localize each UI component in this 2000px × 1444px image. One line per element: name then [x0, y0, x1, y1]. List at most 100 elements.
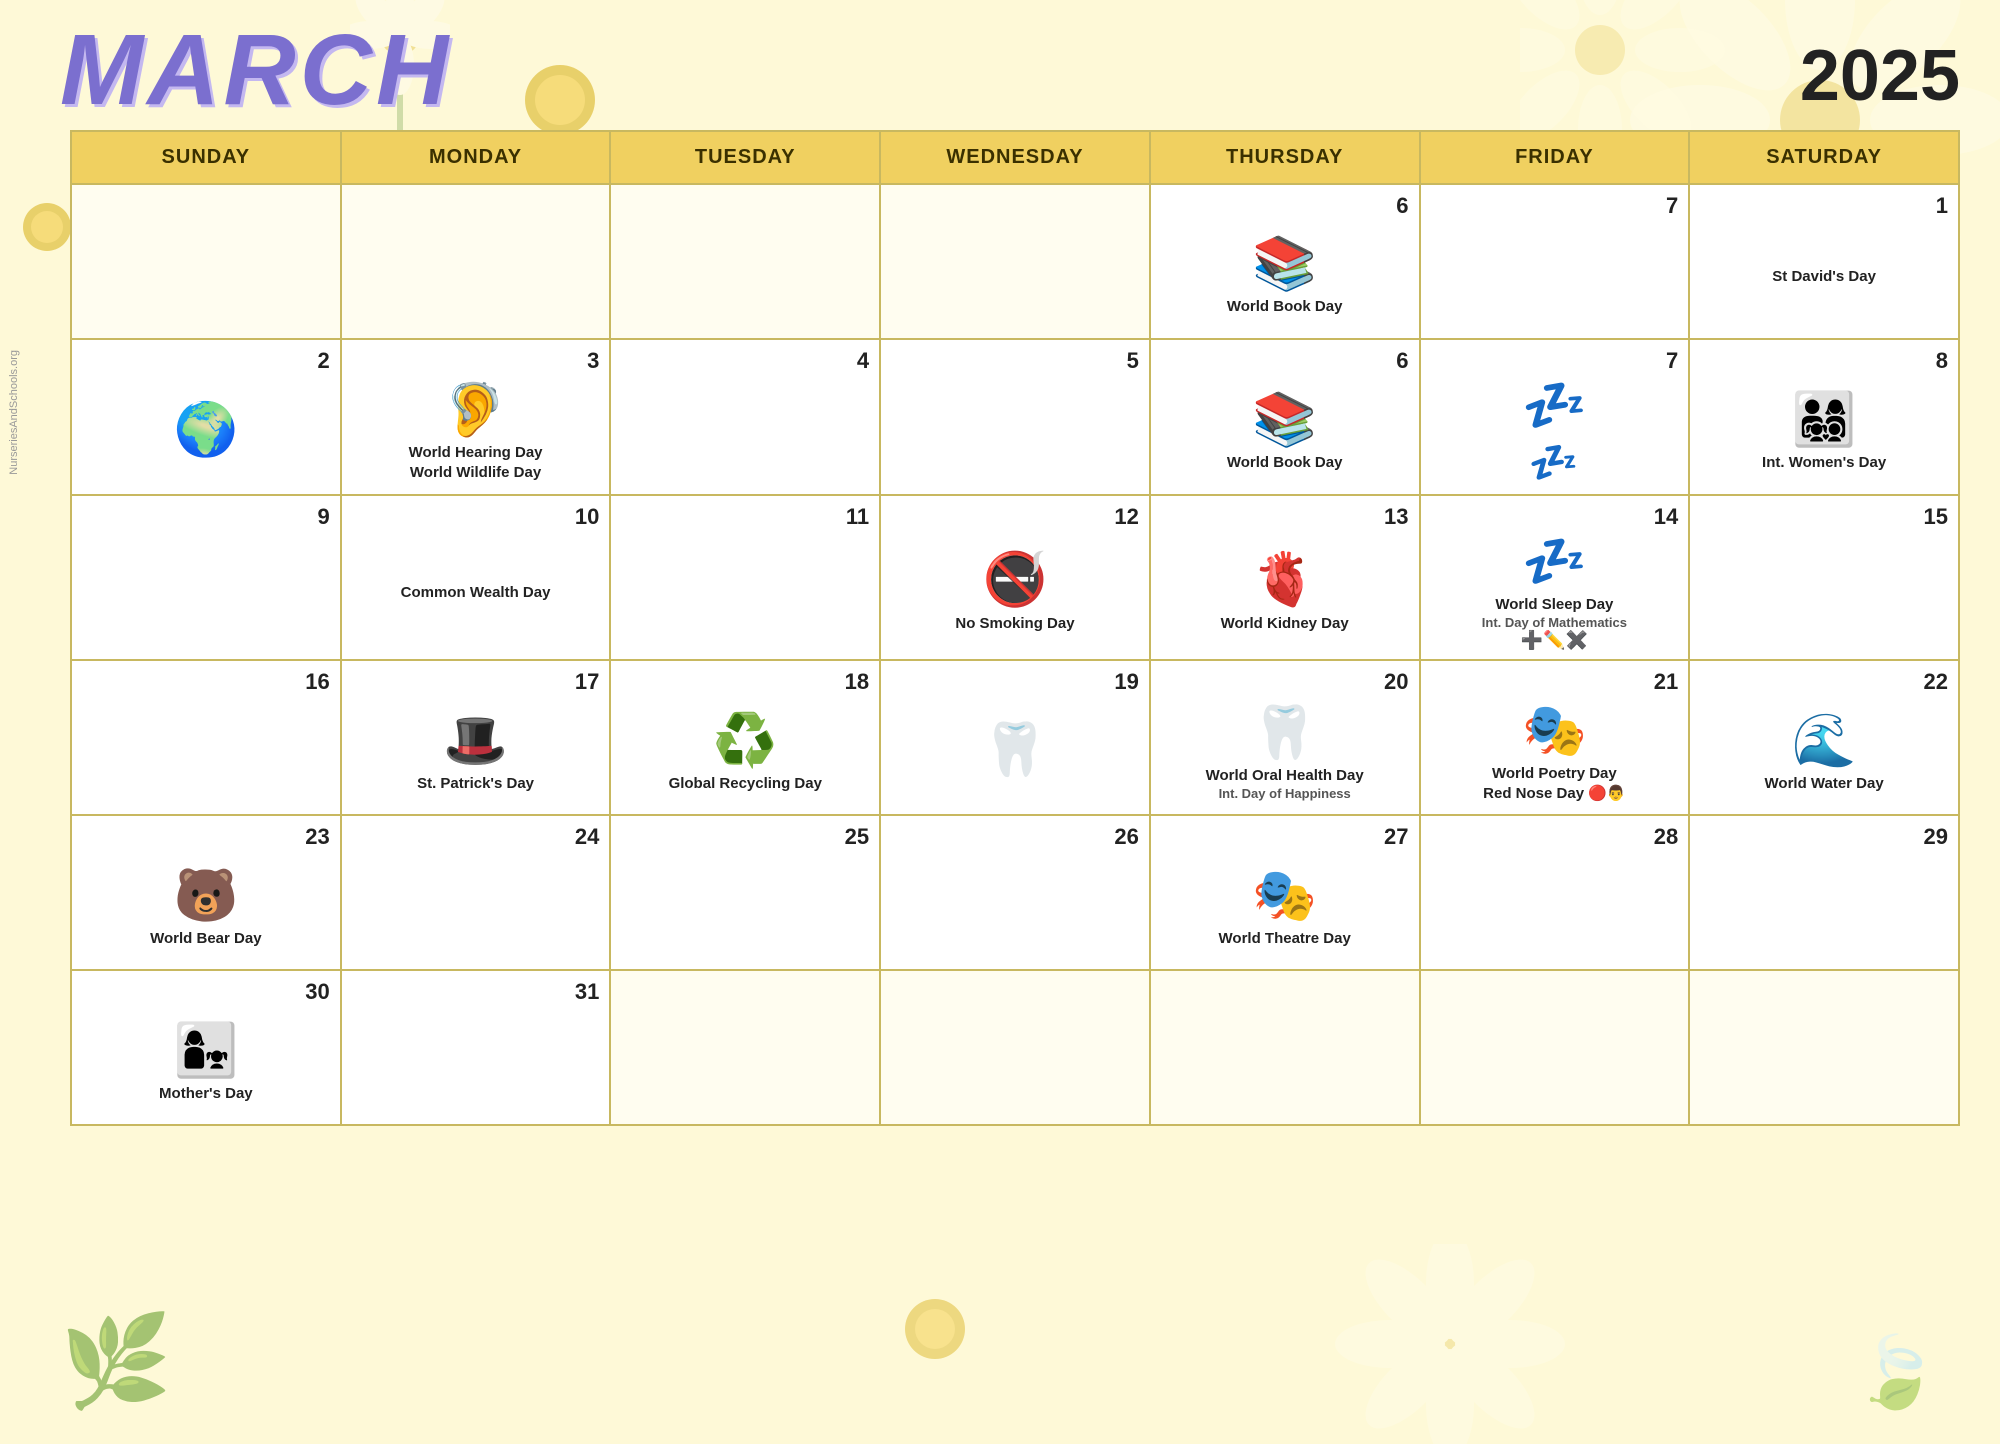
- year-title: 2025: [1800, 20, 1960, 112]
- event-label-0: St. Patrick's Day: [417, 774, 534, 794]
- day-number: 7: [1431, 193, 1679, 219]
- calendar-cell-2-3: 12 🚭 No Smoking Day: [880, 495, 1150, 660]
- calendar-cell-0-3: [880, 184, 1150, 339]
- day-number: 24: [352, 824, 600, 850]
- cell-content: Common Wealth Day: [352, 534, 600, 651]
- calendar-cell-2-4: 13 🫀 World Kidney Day: [1150, 495, 1420, 660]
- event-emoji: 🫀: [1252, 552, 1317, 609]
- cell-content: [1700, 979, 1948, 1086]
- calendar-cell-3-5: 21 🎭World Poetry DayRed Nose Day 🔴👨: [1420, 660, 1690, 815]
- calendar-cell-2-5: 14💤World Sleep DayInt. Day of Mathematic…: [1420, 495, 1690, 660]
- calendar: SUNDAY MONDAY TUESDAY WEDNESDAY THURSDAY…: [70, 130, 1960, 1126]
- leaf-decoration-right: 🍃: [1853, 1332, 1940, 1414]
- day-number: 12: [891, 504, 1139, 530]
- day-number: 14: [1431, 504, 1679, 530]
- event-label-0: World Water Day: [1765, 774, 1884, 794]
- event-emoji: 🦻: [443, 382, 508, 439]
- day-number: 22: [1700, 669, 1948, 695]
- calendar-cell-4-1: 24: [341, 815, 611, 970]
- cell-content: [621, 854, 869, 961]
- event-emoji: 🚭: [983, 552, 1048, 609]
- cell-content: 🫀 World Kidney Day: [1161, 534, 1409, 651]
- event-emoji: 🎭: [1252, 868, 1317, 925]
- day-number: 23: [82, 824, 330, 850]
- cell-content: [352, 854, 600, 961]
- calendar-week-4: 23 🐻 World Bear Day 24 2526 27 🎭World Theatre …: [71, 815, 1959, 970]
- calendar-week-1: 2🌍3🦻World Hearing DayWorld Wildlife Day4…: [71, 339, 1959, 495]
- cell-content: [1700, 854, 1948, 961]
- cell-content: 🎭World Poetry DayRed Nose Day 🔴👨: [1431, 699, 1679, 806]
- event-emoji: 🦷: [983, 722, 1048, 779]
- cell-content: [891, 854, 1139, 961]
- event-label-2: World Wildlife Day: [410, 463, 541, 483]
- calendar-cell-4-2: 25: [610, 815, 880, 970]
- poetry-day: World Poetry Day: [1492, 764, 1617, 784]
- day-number: 29: [1700, 824, 1948, 850]
- calendar-cell-5-1: 31: [341, 970, 611, 1125]
- days-header-row: SUNDAY MONDAY TUESDAY WEDNESDAY THURSDAY…: [71, 131, 1959, 184]
- calendar-cell-2-0: 9: [71, 495, 341, 660]
- day-header-friday: FRIDAY: [1420, 131, 1690, 184]
- day-number: 3: [352, 348, 600, 374]
- cell-content: [621, 378, 869, 486]
- calendar-cell-4-3: 26: [880, 815, 1150, 970]
- event-emoji: 💤: [1522, 534, 1587, 591]
- day-number: 8: [1700, 348, 1948, 374]
- calendar-cell-4-4: 27 🎭World Theatre Day: [1150, 815, 1420, 970]
- day-header-wednesday: WEDNESDAY: [880, 131, 1150, 184]
- event-label: World Hearing Day: [409, 443, 543, 463]
- calendar-cell-1-5: 7💤💤: [1420, 339, 1690, 495]
- calendar-cell-5-4: [1150, 970, 1420, 1125]
- calendar-cell-3-4: 20🦷World Oral Health DayInt. Day of Happ…: [1150, 660, 1420, 815]
- day-number: 11: [621, 504, 869, 530]
- event-emoji: 🎩: [443, 713, 508, 770]
- event-label-0: World Kidney Day: [1221, 614, 1349, 634]
- day-header-thursday: THURSDAY: [1150, 131, 1420, 184]
- day-number: 4: [621, 348, 869, 374]
- cell-content: 👩‍👧Mother's Day: [82, 1009, 330, 1116]
- cell-content: [1161, 979, 1409, 1086]
- event-label-0: No Smoking Day: [955, 614, 1074, 634]
- calendar-cell-0-6: 1St David's Day: [1689, 184, 1959, 339]
- event-label-0: Int. Women's Day: [1762, 453, 1886, 473]
- calendar-cell-3-2: 18♻️Global Recycling Day: [610, 660, 880, 815]
- event-emoji: 🌊: [1792, 713, 1857, 770]
- day-number: 13: [1161, 504, 1409, 530]
- cell-content: 🚭 No Smoking Day: [891, 534, 1139, 651]
- event-label-0: World Bear Day: [150, 929, 261, 949]
- watermark: NurseriesAndSchools.org: [8, 350, 20, 475]
- calendar-cell-3-3: 19🦷: [880, 660, 1150, 815]
- cell-content: 👨‍👩‍👧‍👦 Int. Women's Day: [1700, 378, 1948, 486]
- calendar-cell-0-2: [610, 184, 880, 339]
- cell-content: [82, 534, 330, 651]
- day-number: 15: [1700, 504, 1948, 530]
- cell-content: [621, 979, 869, 1086]
- calendar-cell-4-0: 23 🐻 World Bear Day: [71, 815, 341, 970]
- calendar-cell-0-0: [71, 184, 341, 339]
- event-emoji: 🦷: [1252, 705, 1317, 762]
- event-label-0: Global Recycling Day: [669, 774, 822, 794]
- cell-content: [891, 193, 1139, 300]
- event-label-0: St David's Day: [1772, 267, 1876, 287]
- event-emoji: 🐻: [173, 868, 238, 925]
- happiness-day: Int. Day of Happiness: [1219, 786, 1351, 802]
- event-emoji: 👩‍👧: [173, 1023, 238, 1080]
- event-emoji: 👨‍👩‍👧‍👦: [1792, 392, 1857, 449]
- day-number: 10: [352, 504, 600, 530]
- day-number: 21: [1431, 669, 1679, 695]
- day-header-sunday: SUNDAY: [71, 131, 341, 184]
- day-number: 31: [352, 979, 600, 1005]
- day-number: 16: [82, 669, 330, 695]
- cell-content: St David's Day: [1700, 223, 1948, 330]
- calendar-cell-4-5: 28: [1420, 815, 1690, 970]
- calendar-cell-1-6: 8 👨‍👩‍👧‍👦 Int. Women's Day: [1689, 339, 1959, 495]
- day-number: 27: [1161, 824, 1409, 850]
- cell-content: [621, 193, 869, 300]
- day-number: 2: [82, 348, 330, 374]
- cell-content: ♻️Global Recycling Day: [621, 699, 869, 806]
- cell-content: [621, 534, 869, 651]
- calendar-cell-1-2: 4: [610, 339, 880, 495]
- calendar-cell-0-4: 6📚World Book Day: [1150, 184, 1420, 339]
- leaf-decoration-left: 🌿: [60, 1309, 172, 1414]
- cell-content: 🎭World Theatre Day: [1161, 854, 1409, 961]
